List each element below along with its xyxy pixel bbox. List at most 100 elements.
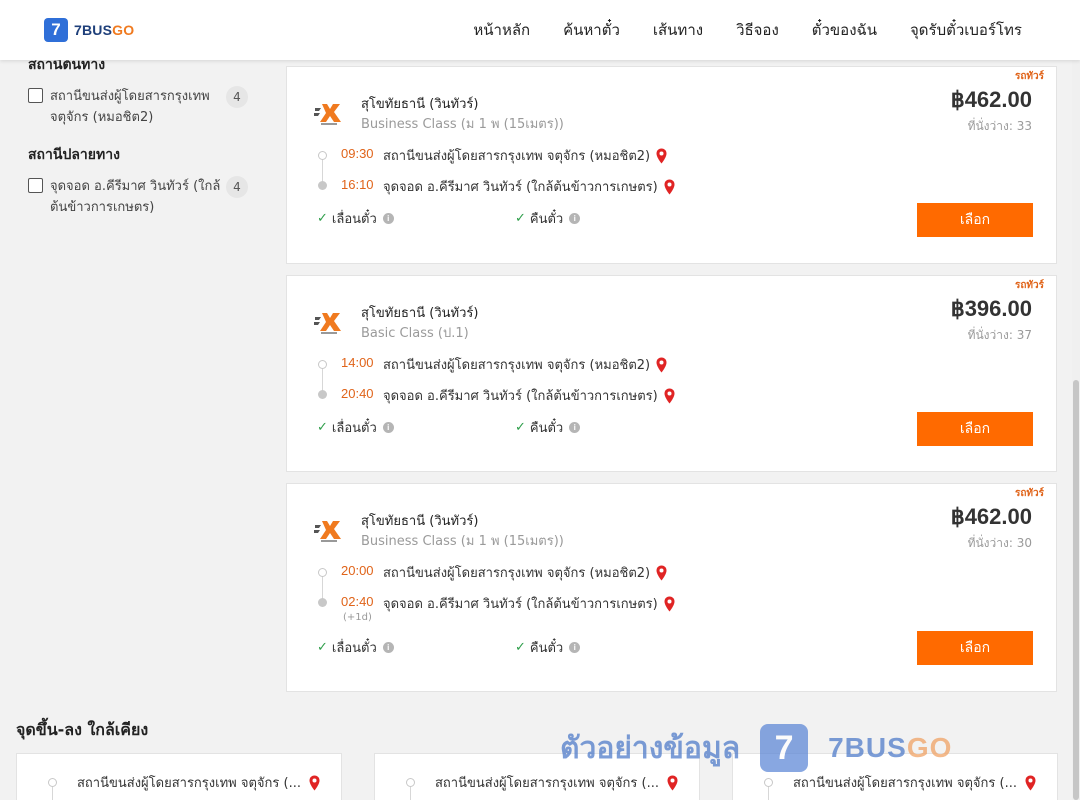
route-timeline <box>410 787 411 800</box>
operator-logo-icon <box>314 521 341 542</box>
nav-ticket-pickup-contact[interactable]: จุดรับตั๋วเบอร์โทร <box>910 18 1022 42</box>
trip-card: รถทัวร์ สุโขทัยธานี (วินทัวร์) Business … <box>286 66 1057 264</box>
route-timeline <box>322 156 323 184</box>
nearby-stop-label: สถานีขนส่งผู้โดยสารกรุงเทพ จตุจักร (... <box>435 776 659 791</box>
origin-filter-label[interactable]: สถานีขนส่งผู้โดยสารกรุงเทพ จตุจักร (หมอช… <box>50 86 222 128</box>
destination-filter-row[interactable]: จุดจอด อ.คีรีมาศ วินทัวร์ (ใกล้ต้นข้าวกา… <box>28 176 260 218</box>
select-trip-button[interactable]: เลือก <box>917 203 1033 237</box>
arrival-dot-icon <box>318 390 327 399</box>
arrival-dot-icon <box>318 598 327 607</box>
bus-type-tag: รถทัวร์ <box>1014 280 1044 291</box>
page-scrollbar[interactable] <box>1072 60 1080 800</box>
map-pin-icon[interactable] <box>1025 775 1036 791</box>
filter-sidebar: สถานีต้นทาง สถานีขนส่งผู้โดยสารกรุงเทพ จ… <box>28 50 260 218</box>
info-icon[interactable]: i <box>569 422 581 433</box>
info-icon[interactable]: i <box>382 642 394 653</box>
operator-name: สุโขทัยธานี (วินทัวร์) <box>361 514 479 529</box>
departure-stop: สถานีขนส่งผู้โดยสารกรุงเทพ จตุจักร (หมอช… <box>383 354 667 375</box>
stop-dot-icon <box>406 778 415 787</box>
info-icon[interactable]: i <box>382 213 394 224</box>
nearby-stop-card[interactable]: สถานีขนส่งผู้โดยสารกรุงเทพ จตุจักร (... <box>16 753 342 800</box>
operator-name: สุโขทัยธานี (วินทัวร์) <box>361 97 479 112</box>
nearby-stop: สถานีขนส่งผู้โดยสารกรุงเทพ จตุจักร (... <box>77 772 320 793</box>
map-pin-icon[interactable] <box>664 388 675 404</box>
ticket-price: ฿462.00 <box>950 504 1032 529</box>
destination-filter-label[interactable]: จุดจอด อ.คีรีมาศ วินทัวร์ (ใกล้ต้นข้าวกา… <box>50 176 222 218</box>
check-icon: ✓ <box>515 420 526 435</box>
seats-available: ที่นั่งว่าง: 37 <box>967 328 1032 342</box>
bus-class: Business Class (ม 1 พ (15เมตร)) <box>361 117 564 132</box>
map-pin-icon[interactable] <box>309 775 320 791</box>
info-icon[interactable]: i <box>382 422 394 433</box>
destination-station-heading: สถานีปลายทาง <box>28 147 120 163</box>
operator-logo-icon <box>314 313 341 334</box>
stop-dot-icon <box>48 778 57 787</box>
nearby-stop: สถานีขนส่งผู้โดยสารกรุงเทพ จตุจักร (... <box>793 772 1036 793</box>
arrival-time: 16:10 <box>341 177 374 192</box>
map-pin-icon[interactable] <box>656 565 667 581</box>
nearby-stop-card[interactable]: สถานีขนส่งผู้โดยสารกรุงเทพ จตุจักร (... <box>732 753 1058 800</box>
map-pin-icon[interactable] <box>656 148 667 164</box>
select-trip-button[interactable]: เลือก <box>917 631 1033 665</box>
departure-dot-icon <box>318 568 327 577</box>
departure-stop: สถานีขนส่งผู้โดยสารกรุงเทพ จตุจักร (หมอช… <box>383 145 667 166</box>
bus-class: Basic Class (ป.1) <box>361 326 469 341</box>
scrollbar-thumb[interactable] <box>1073 380 1079 800</box>
refund-ticket-feature: ✓ คืนตั๋ว i <box>515 208 581 229</box>
destination-filter-checkbox[interactable] <box>28 178 43 193</box>
trip-card: รถทัวร์ สุโขทัยธานี (วินทัวร์) Business … <box>286 483 1057 692</box>
operator-name: สุโขทัยธานี (วินทัวร์) <box>361 306 479 321</box>
nav-my-tickets[interactable]: ตั๋วของฉัน <box>812 18 877 42</box>
departure-stop: สถานีขนส่งผู้โดยสารกรุงเทพ จตุจักร (หมอช… <box>383 562 667 583</box>
departure-stop-label: สถานีขนส่งผู้โดยสารกรุงเทพ จตุจักร (หมอช… <box>383 149 651 164</box>
destination-filter-count: 4 <box>226 176 248 198</box>
arrival-time: 20:40 <box>341 386 374 401</box>
change-ticket-feature: ✓ เลื่อนตั๋ว i <box>317 417 394 438</box>
nearby-stop: สถานีขนส่งผู้โดยสารกรุงเทพ จตุจักร (... <box>435 772 678 793</box>
nav-search-tickets[interactable]: ค้นหาตั๋ว <box>563 18 620 42</box>
route-timeline <box>322 365 323 393</box>
change-ticket-feature: ✓ เลื่อนตั๋ว i <box>317 208 394 229</box>
check-icon: ✓ <box>317 211 328 226</box>
map-pin-icon[interactable] <box>656 357 667 373</box>
nav-routes[interactable]: เส้นทาง <box>653 18 703 42</box>
nearby-stop-label: สถานีขนส่งผู้โดยสารกรุงเทพ จตุจักร (... <box>77 776 301 791</box>
origin-filter-checkbox[interactable] <box>28 88 43 103</box>
nearby-stop-label: สถานีขนส่งผู้โดยสารกรุงเทพ จตุจักร (... <box>793 776 1017 791</box>
departure-stop-label: สถานีขนส่งผู้โดยสารกรุงเทพ จตุจักร (หมอช… <box>383 566 651 581</box>
departure-dot-icon <box>318 360 327 369</box>
next-day-indicator: (+1d) <box>343 612 372 623</box>
arrival-stop-label: จุดจอด อ.คีรีมาศ วินทัวร์ (ใกล้ต้นข้าวกา… <box>383 389 658 404</box>
arrival-stop-label: จุดจอด อ.คีรีมาศ วินทัวร์ (ใกล้ต้นข้าวกา… <box>383 597 658 612</box>
arrival-time: 02:40 <box>341 594 374 609</box>
nearby-stop-card[interactable]: สถานีขนส่งผู้โดยสารกรุงเทพ จตุจักร (... <box>374 753 700 800</box>
stop-dot-icon <box>764 778 773 787</box>
info-icon[interactable]: i <box>569 642 581 653</box>
logo-mark: 7 <box>44 18 68 42</box>
change-ticket-label: เลื่อนตั๋ว <box>331 641 377 656</box>
info-icon[interactable]: i <box>569 213 581 224</box>
seats-available: ที่นั่งว่าง: 30 <box>967 536 1032 550</box>
arrival-stop: จุดจอด อ.คีรีมาศ วินทัวร์ (ใกล้ต้นข้าวกา… <box>383 593 675 614</box>
refund-ticket-label: คืนตั๋ว <box>529 421 564 436</box>
map-pin-icon[interactable] <box>664 179 675 195</box>
bus-type-tag: รถทัวร์ <box>1014 71 1044 82</box>
departure-time: 09:30 <box>341 146 374 161</box>
operator-logo-icon <box>314 104 341 125</box>
route-timeline <box>322 573 323 601</box>
map-pin-icon[interactable] <box>664 596 675 612</box>
select-trip-button[interactable]: เลือก <box>917 412 1033 446</box>
check-icon: ✓ <box>317 420 328 435</box>
nav-how-to-book[interactable]: วิธีจอง <box>736 18 779 42</box>
arrival-stop-label: จุดจอด อ.คีรีมาศ วินทัวร์ (ใกล้ต้นข้าวกา… <box>383 180 658 195</box>
route-timeline <box>768 787 769 800</box>
check-icon: ✓ <box>515 211 526 226</box>
nav-home[interactable]: หน้าหลัก <box>473 18 530 42</box>
map-pin-icon[interactable] <box>667 775 678 791</box>
main-nav: หน้าหลัก ค้นหาตั๋ว เส้นทาง วิธีจอง ตั๋วข… <box>473 0 1022 60</box>
site-logo[interactable]: 7 7BUSGO <box>44 18 134 42</box>
logo-text: 7BUSGO <box>74 22 135 38</box>
origin-filter-row[interactable]: สถานีขนส่งผู้โดยสารกรุงเทพ จตุจักร (หมอช… <box>28 86 260 128</box>
change-ticket-label: เลื่อนตั๋ว <box>331 212 377 227</box>
arrival-dot-icon <box>318 181 327 190</box>
